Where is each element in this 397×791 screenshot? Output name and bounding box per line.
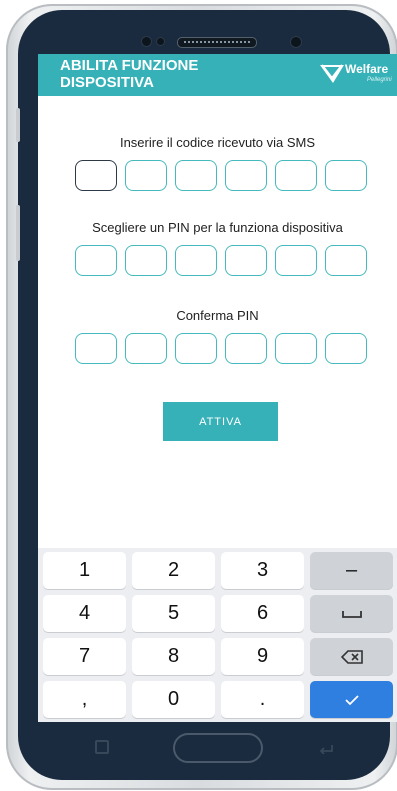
confirm-pin-digit-3[interactable] xyxy=(175,333,217,364)
pin-digit-5[interactable] xyxy=(275,245,317,276)
confirm-pin-digit-6[interactable] xyxy=(325,333,367,364)
pin-label: Scegliere un PIN per la funziona disposi… xyxy=(92,220,343,235)
sms-code-digit-3[interactable] xyxy=(175,160,217,191)
logo-text: Welfare xyxy=(345,62,389,76)
sms-code-digit-4[interactable] xyxy=(225,160,267,191)
space-bar-icon xyxy=(341,610,362,618)
check-icon xyxy=(344,694,359,705)
confirm-pin-label: Conferma PIN xyxy=(176,308,259,323)
key-done[interactable] xyxy=(310,681,393,718)
home-button[interactable] xyxy=(173,733,263,763)
side-button xyxy=(16,205,20,261)
recent-apps-icon[interactable] xyxy=(95,740,109,754)
page-title: ABILITA FUNZIONE DISPOSITIVA xyxy=(60,57,199,91)
pin-digit-4[interactable] xyxy=(225,245,267,276)
logo-subtext: Pellegrini xyxy=(367,77,392,83)
key-comma[interactable]: , xyxy=(43,681,126,718)
logo-mark-icon xyxy=(320,64,344,83)
confirm-pin-digit-1[interactable] xyxy=(75,333,117,364)
sms-code-label: Inserire il codice ricevuto via SMS xyxy=(119,135,316,150)
sms-code-digit-6[interactable] xyxy=(325,160,367,191)
pin-digit-1[interactable] xyxy=(75,245,117,276)
pin-digit-3[interactable] xyxy=(175,245,217,276)
pin-digit-2[interactable] xyxy=(125,245,167,276)
key-8[interactable]: 8 xyxy=(132,638,215,675)
key-minus[interactable]: – xyxy=(310,552,393,589)
sensor-icon xyxy=(141,36,152,47)
confirm-pin-digit-2[interactable] xyxy=(125,333,167,364)
key-1[interactable]: 1 xyxy=(43,552,126,589)
back-icon[interactable] xyxy=(318,742,334,754)
key-5[interactable]: 5 xyxy=(132,595,215,632)
key-6[interactable]: 6 xyxy=(221,595,304,632)
key-9[interactable]: 9 xyxy=(221,638,304,675)
activate-button[interactable]: ATTIVA xyxy=(163,402,278,441)
sensor-icon xyxy=(156,37,165,46)
key-4[interactable]: 4 xyxy=(43,595,126,632)
volume-button xyxy=(16,108,20,142)
key-period[interactable]: . xyxy=(221,681,304,718)
numeric-keypad: 1 2 3 – 4 5 6 7 8 9 , 0 . xyxy=(38,548,397,722)
screen: ABILITA FUNZIONE DISPOSITIVA Welfare Pel… xyxy=(38,54,397,722)
sms-code-input-group xyxy=(75,160,369,193)
key-backspace[interactable] xyxy=(310,638,393,675)
key-0[interactable]: 0 xyxy=(132,681,215,718)
pin-input-group xyxy=(75,245,369,278)
sms-code-digit-1[interactable] xyxy=(75,160,117,191)
app-header: ABILITA FUNZIONE DISPOSITIVA Welfare Pel… xyxy=(38,54,397,96)
sms-code-digit-5[interactable] xyxy=(275,160,317,191)
confirm-pin-input-group xyxy=(75,333,369,366)
key-3[interactable]: 3 xyxy=(221,552,304,589)
confirm-pin-digit-5[interactable] xyxy=(275,333,317,364)
confirm-pin-digit-4[interactable] xyxy=(225,333,267,364)
speaker-grille xyxy=(177,37,257,48)
sms-code-digit-2[interactable] xyxy=(125,160,167,191)
backspace-icon xyxy=(340,649,363,664)
welfare-logo: Welfare Pellegrini xyxy=(319,60,397,90)
key-7[interactable]: 7 xyxy=(43,638,126,675)
key-2[interactable]: 2 xyxy=(132,552,215,589)
front-camera-icon xyxy=(290,36,302,48)
key-space[interactable] xyxy=(310,595,393,632)
pin-digit-6[interactable] xyxy=(325,245,367,276)
